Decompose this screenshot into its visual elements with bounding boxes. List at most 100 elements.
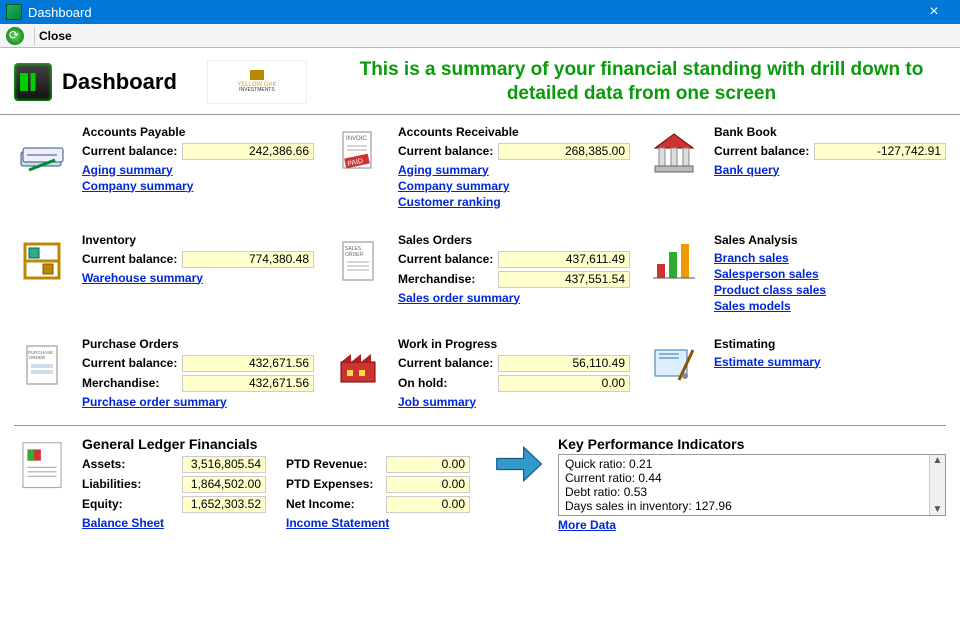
more-data-link[interactable]: More Data xyxy=(558,518,946,532)
widget-purchase-orders: PURCHASEORDER Purchase Orders Current ba… xyxy=(14,337,314,409)
liabilities-label: Liabilities: xyxy=(82,477,182,491)
widget-accounts-payable: Accounts Payable Current balance:242,386… xyxy=(14,125,314,209)
sales-order-summary-link[interactable]: Sales order summary xyxy=(398,291,630,305)
equity-label: Equity: xyxy=(82,497,182,511)
job-summary-link[interactable]: Job summary xyxy=(398,395,630,409)
widget-inventory: Inventory Current balance:774,380.48 War… xyxy=(14,233,314,313)
ptd-expenses-value: 0.00 xyxy=(386,476,470,493)
liabilities-value: 1,864,502.00 xyxy=(182,476,266,493)
widget-title: Key Performance Indicators xyxy=(558,436,946,452)
balance-label: Current balance: xyxy=(398,252,498,266)
aging-summary-link[interactable]: Aging summary xyxy=(398,163,630,177)
bar-chart-icon xyxy=(646,233,702,289)
widget-title: Work in Progress xyxy=(398,337,630,351)
merchandise-label: Merchandise: xyxy=(398,272,498,286)
scroll-down-icon[interactable]: ▼ xyxy=(933,504,943,515)
toolbar-divider xyxy=(34,27,35,45)
bank-query-link[interactable]: Bank query xyxy=(714,163,946,177)
widget-bank-book: Bank Book Current balance:-127,742.91 Ba… xyxy=(646,125,946,209)
salesperson-sales-link[interactable]: Salesperson sales xyxy=(714,267,946,281)
balance-sheet-link[interactable]: Balance Sheet xyxy=(82,516,266,530)
balance-value: 268,385.00 xyxy=(498,143,630,160)
svg-text:ORDER: ORDER xyxy=(345,252,363,258)
widget-title: Sales Analysis xyxy=(714,233,946,247)
section-divider xyxy=(14,425,946,426)
branch-sales-link[interactable]: Branch sales xyxy=(714,251,946,265)
balance-value: -127,742.91 xyxy=(814,143,946,160)
kpi-item: Debt ratio: 0.53 xyxy=(565,485,939,499)
kpi-item: Quick ratio: 0.21 xyxy=(565,457,939,471)
merchandise-value: 437,551.54 xyxy=(498,271,630,288)
scroll-up-icon[interactable]: ▲ xyxy=(933,455,943,466)
svg-text:INVOIC: INVOIC xyxy=(346,136,367,142)
window-close-button[interactable]: × xyxy=(914,1,954,23)
close-button[interactable]: Close xyxy=(39,29,72,43)
kpi-list: Quick ratio: 0.21 Current ratio: 0.44 De… xyxy=(558,454,946,516)
refresh-button[interactable] xyxy=(6,27,24,45)
purchase-order-icon: PURCHASEORDER xyxy=(14,337,70,393)
balance-label: Current balance: xyxy=(82,356,182,370)
dashboard-icon xyxy=(14,63,52,101)
merchandise-value: 432,671.56 xyxy=(182,375,314,392)
kpi-item: Current ratio: 0.44 xyxy=(565,471,939,485)
arrow-icon xyxy=(490,436,546,492)
factory-icon xyxy=(330,337,386,393)
company-summary-link[interactable]: Company summary xyxy=(398,179,630,193)
customer-ranking-link[interactable]: Customer ranking xyxy=(398,195,630,209)
checkbook-icon xyxy=(14,125,70,181)
warehouse-summary-link[interactable]: Warehouse summary xyxy=(82,271,314,285)
net-income-value: 0.00 xyxy=(386,496,470,513)
assets-value: 3,516,805.54 xyxy=(182,456,266,473)
company-summary-link[interactable]: Company summary xyxy=(82,179,314,193)
balance-label: Current balance: xyxy=(82,252,182,266)
balance-label: Current balance: xyxy=(714,144,814,158)
balance-value: 437,611.49 xyxy=(498,251,630,268)
widget-title: Estimating xyxy=(714,337,946,351)
page-title: Dashboard xyxy=(62,69,177,95)
tagline: This is a summary of your financial stan… xyxy=(337,58,946,106)
ptd-expenses-label: PTD Expenses: xyxy=(286,477,386,491)
widget-title: Inventory xyxy=(82,233,314,247)
header: Dashboard YELLOW OAK INVESTMENTS This is… xyxy=(0,48,960,115)
balance-value: 242,386.66 xyxy=(182,143,314,160)
income-statement-link[interactable]: Income Statement xyxy=(286,516,470,530)
title-bar: Dashboard × xyxy=(0,0,960,24)
widget-title: Accounts Payable xyxy=(82,125,314,139)
sales-order-icon: SALESORDER xyxy=(330,233,386,289)
widget-kpi: Key Performance Indicators Quick ratio: … xyxy=(490,436,946,532)
estimate-summary-link[interactable]: Estimate summary xyxy=(714,355,946,369)
aging-summary-link[interactable]: Aging summary xyxy=(82,163,314,177)
widget-work-in-progress: Work in Progress Current balance:56,110.… xyxy=(330,337,630,409)
balance-label: Current balance: xyxy=(398,356,498,370)
assets-label: Assets: xyxy=(82,457,182,471)
widget-sales-orders: SALESORDER Sales Orders Current balance:… xyxy=(330,233,630,313)
widget-title: Bank Book xyxy=(714,125,946,139)
widget-title: Purchase Orders xyxy=(82,337,314,351)
on-hold-label: On hold: xyxy=(398,376,498,390)
bank-icon xyxy=(646,125,702,181)
company-logo: YELLOW OAK INVESTMENTS xyxy=(207,60,307,104)
widget-estimating: Estimating Estimate summary xyxy=(646,337,946,409)
app-icon xyxy=(6,4,22,20)
ptd-revenue-label: PTD Revenue: xyxy=(286,457,386,471)
svg-text:ORDER: ORDER xyxy=(29,355,46,360)
widget-title: Sales Orders xyxy=(398,233,630,247)
purchase-order-summary-link[interactable]: Purchase order summary xyxy=(82,395,314,409)
drafting-icon xyxy=(646,337,702,393)
balance-value: 56,110.49 xyxy=(498,355,630,372)
product-class-sales-link[interactable]: Product class sales xyxy=(714,283,946,297)
widget-general-ledger: General Ledger Financials Assets:3,516,8… xyxy=(14,436,470,532)
balance-label: Current balance: xyxy=(82,144,182,158)
toolbar: Close xyxy=(0,24,960,48)
kpi-scrollbar[interactable]: ▲▼ xyxy=(929,455,945,515)
window-title: Dashboard xyxy=(28,5,92,20)
sales-models-link[interactable]: Sales models xyxy=(714,299,946,313)
warehouse-shelf-icon xyxy=(14,233,70,289)
balance-value: 774,380.48 xyxy=(182,251,314,268)
widget-title: General Ledger Financials xyxy=(82,436,470,452)
report-icon xyxy=(14,436,70,492)
balance-label: Current balance: xyxy=(398,144,498,158)
net-income-label: Net Income: xyxy=(286,497,386,511)
equity-value: 1,652,303.52 xyxy=(182,496,266,513)
on-hold-value: 0.00 xyxy=(498,375,630,392)
